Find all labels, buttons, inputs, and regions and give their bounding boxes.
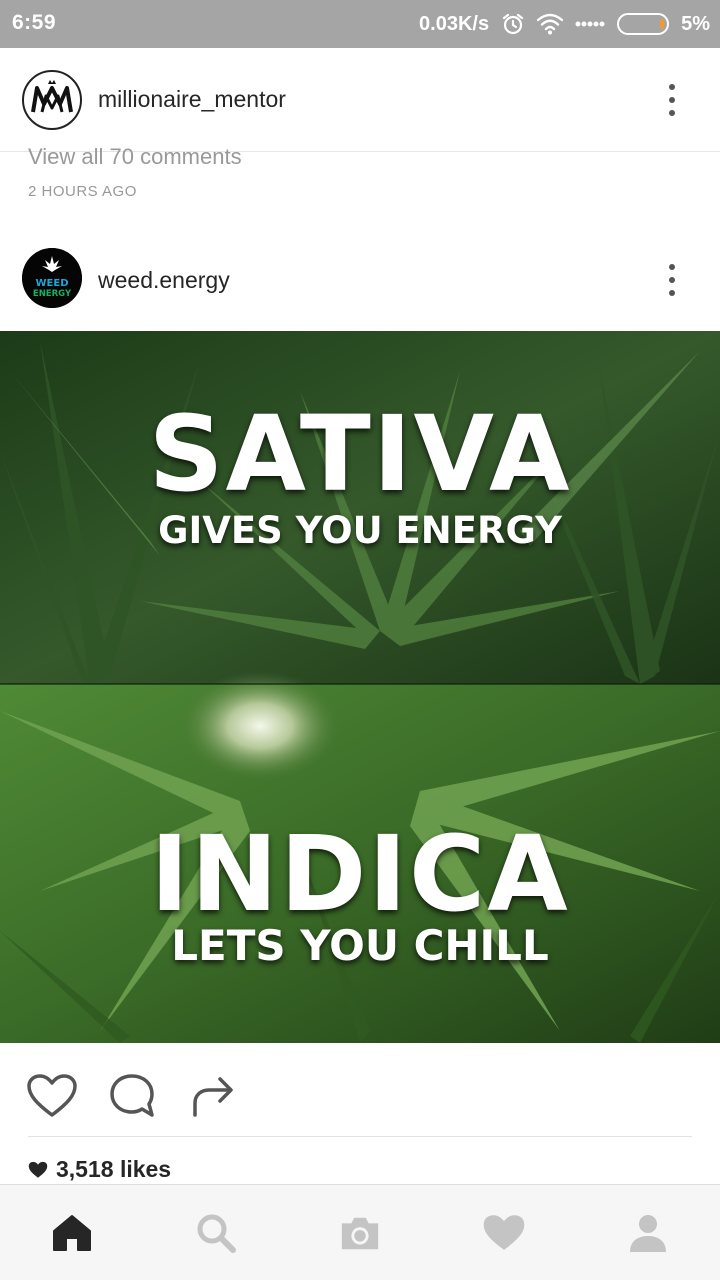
alarm-icon xyxy=(501,12,525,36)
nav-activity[interactable] xyxy=(482,1211,526,1255)
image-text-lets-chill: LETS YOU CHILL xyxy=(171,921,549,970)
share-button[interactable] xyxy=(190,1073,236,1124)
dot-icon xyxy=(669,97,675,103)
battery-icon xyxy=(617,13,670,35)
likes-label: 3,518 likes xyxy=(56,1156,172,1182)
avatar[interactable] xyxy=(22,70,82,130)
avatar-line1: WEED xyxy=(36,278,69,289)
bottom-navigation xyxy=(0,1184,720,1280)
heart-icon xyxy=(483,1215,525,1250)
heart-outline-icon xyxy=(27,1074,77,1117)
battery-percent: 5% xyxy=(681,12,710,35)
image-text-sativa: SATIVA xyxy=(148,393,572,515)
heart-filled-icon xyxy=(28,1161,48,1178)
avatar-line2: ENERGY xyxy=(33,289,72,299)
millionaire-mentor-logo-icon xyxy=(25,73,79,127)
post-image[interactable]: SATIVA GIVES YOU ENERGY INDICA LETS YOU … xyxy=(0,331,720,1043)
more-options-button[interactable] xyxy=(660,80,684,120)
profile-icon xyxy=(630,1215,666,1252)
post-actions xyxy=(0,1043,720,1138)
camera-icon xyxy=(341,1217,379,1250)
signal-dots-icon xyxy=(575,20,605,28)
image-text-indica: INDICA xyxy=(150,813,570,935)
status-indicators: 0.03K/s 5% xyxy=(419,9,710,39)
view-comments-link[interactable]: View all 70 comments xyxy=(28,144,242,170)
wifi-icon xyxy=(537,13,564,35)
dot-icon xyxy=(669,110,675,116)
divider xyxy=(28,1136,692,1137)
home-icon xyxy=(53,1215,91,1251)
more-options-button[interactable] xyxy=(660,260,684,300)
avatar[interactable]: WEED ENERGY xyxy=(22,248,82,308)
post-timestamp: 2 HOURS AGO xyxy=(28,183,137,200)
comment-bubble-icon xyxy=(110,1074,154,1117)
nav-camera[interactable] xyxy=(338,1211,382,1255)
nav-home[interactable] xyxy=(50,1211,94,1255)
nav-profile[interactable] xyxy=(626,1211,670,1255)
like-button[interactable] xyxy=(26,1073,78,1124)
username[interactable]: weed.energy xyxy=(98,267,230,294)
search-icon xyxy=(197,1214,236,1253)
post-header: WEED ENERGY weed.energy xyxy=(0,230,720,330)
network-speed: 0.03K/s xyxy=(419,12,490,35)
weed-energy-logo-icon: WEED ENERGY xyxy=(22,248,82,308)
dot-icon xyxy=(669,264,675,270)
previous-post-header: millionaire_mentor xyxy=(0,48,720,152)
username[interactable]: millionaire_mentor xyxy=(98,86,286,113)
status-bar: 6:59 0.03K/s 5% xyxy=(0,0,720,48)
share-arrow-icon xyxy=(193,1077,233,1117)
image-text-gives-energy: GIVES YOU ENERGY xyxy=(158,509,562,552)
dot-icon xyxy=(669,84,675,90)
nav-search[interactable] xyxy=(194,1211,238,1255)
status-time: 6:59 xyxy=(12,11,57,34)
comment-button[interactable] xyxy=(108,1073,156,1124)
dot-icon xyxy=(669,277,675,283)
dot-icon xyxy=(669,290,675,296)
likes-count[interactable]: 3,518 likes xyxy=(28,1156,171,1183)
